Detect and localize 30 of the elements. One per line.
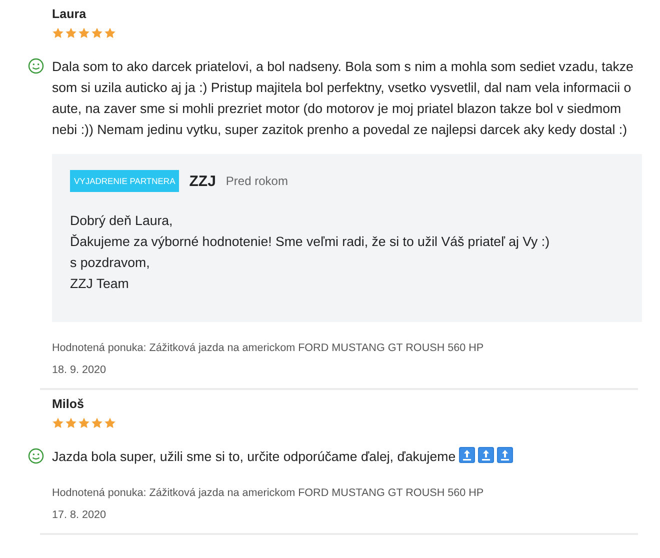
- star-icon: [52, 27, 64, 39]
- review-date: 17. 8. 2020: [52, 509, 106, 521]
- star-icon: [78, 27, 90, 39]
- star-icon: [78, 417, 90, 429]
- reply-time: Pred rokom: [226, 174, 288, 188]
- reply-line: ZZJ Team: [70, 275, 130, 293]
- star-icon: [52, 417, 64, 429]
- reply-line: s pozdravom,: [70, 254, 151, 272]
- partner-badge: VYJADRENIE PARTNERA: [70, 170, 180, 192]
- partner-name: ZZJ: [189, 172, 216, 190]
- review-text: Jazda bola super, užili sme si to, určite odporúčame ďalej, ďakujeme: [52, 448, 456, 466]
- review-text: Dala som to ako darcek priatelovi, a bol nadseny. Bola som s nim a mohla som sediet vzadu, takze som si uzila auticko aj ja :) Pristup majitela bol perfektny, vsetko vysvetlil, dal nam vela informacii o aute, na zaver sme si mohli prezriet motor (do motorov je moj priatel blazon takze bol v siedmom nebi :)) Nemam jedinu vytku, super zazitok prenho a povedal ze najlepsi darcek aky kedy dostal :): [52, 58, 634, 139]
- smiley-icon: [28, 448, 44, 464]
- star-icon: [91, 27, 103, 39]
- offer-text: Hodnotená ponuka: Zážitková jazda na americkom FORD MUSTANG GT ROUSH 560 HP: [52, 487, 484, 499]
- up-arrow-icon: [478, 447, 494, 463]
- star-icon: [65, 417, 77, 429]
- reviewer-name: Miloš: [52, 397, 84, 411]
- review-date: 18. 9. 2020: [52, 364, 106, 376]
- reply-line: Dobrý deň Laura,: [70, 212, 174, 230]
- offer-text: Hodnotená ponuka: Zážitková jazda na americkom FORD MUSTANG GT ROUSH 560 HP: [52, 342, 484, 354]
- smiley-icon: [28, 58, 44, 74]
- reviewer-name: Laura: [52, 7, 86, 21]
- up-arrow-icon: [458, 447, 475, 463]
- reply-line: Ďakujeme za výborné hodnotenie! Sme veľmi radi, že si to užil Váš priateľ aj Vy :): [70, 233, 551, 251]
- star-icon: [104, 27, 116, 39]
- up-arrow-icon: [496, 447, 513, 463]
- star-icon: [65, 27, 77, 39]
- star-icon: [104, 417, 116, 429]
- star-icon: [91, 417, 103, 429]
